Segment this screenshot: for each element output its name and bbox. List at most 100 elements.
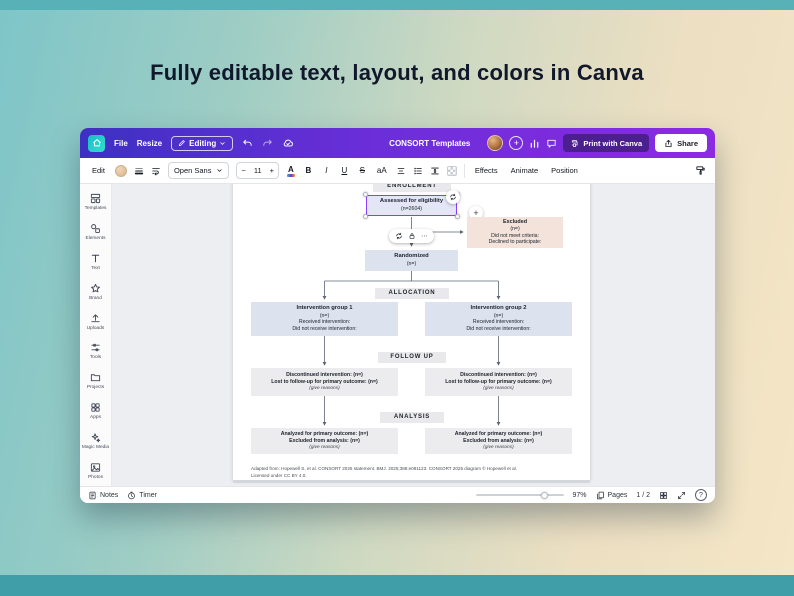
sidebar-item-apps[interactable]: Apps bbox=[80, 396, 112, 426]
spacing-icon[interactable] bbox=[430, 166, 440, 176]
randomized-box[interactable]: Randomized (n=) bbox=[365, 250, 458, 271]
rotate-icon[interactable] bbox=[395, 232, 403, 240]
fill-color-swatch[interactable] bbox=[114, 164, 127, 177]
home-button[interactable] bbox=[88, 134, 105, 152]
fullscreen-icon[interactable] bbox=[677, 491, 686, 500]
font-size-stepper[interactable]: − 11 + bbox=[236, 162, 280, 179]
comments-icon[interactable] bbox=[546, 138, 557, 149]
format-toolbar: Edit Open Sans − 11 + A B I U S aA Effec… bbox=[80, 158, 715, 184]
strikethrough-button[interactable]: S bbox=[357, 166, 368, 175]
timer-button[interactable]: Timer bbox=[127, 491, 157, 500]
sidebar-item-label: Uploads bbox=[86, 325, 105, 331]
analysis-box-2[interactable]: Analyzed for primary outcome: (n=) Exclu… bbox=[425, 428, 572, 454]
sidebar-item-templates[interactable]: Templates bbox=[80, 187, 112, 217]
line-style-icon[interactable] bbox=[134, 166, 144, 176]
editing-mode-dropdown[interactable]: Editing bbox=[171, 135, 234, 151]
sidebar-item-label: Photos bbox=[88, 475, 103, 481]
sidebar-item-label: Text bbox=[91, 265, 100, 271]
pages-button[interactable]: Pages bbox=[596, 491, 627, 500]
phase-banner-analysis[interactable]: ANALYSIS bbox=[380, 412, 444, 423]
sidebar-item-label: Tools bbox=[89, 355, 102, 361]
position-button[interactable]: Position bbox=[548, 164, 581, 177]
sidebar-item-magic-media[interactable]: Magic Media bbox=[80, 426, 112, 456]
selection-handle[interactable] bbox=[455, 214, 460, 219]
timer-label: Timer bbox=[139, 491, 157, 499]
lock-icon[interactable] bbox=[408, 232, 416, 240]
followup-box-1[interactable]: Discontinued intervention: (n=) Lost to … bbox=[251, 368, 398, 396]
zoom-slider-knob[interactable] bbox=[540, 491, 548, 499]
insights-icon[interactable] bbox=[529, 138, 540, 149]
zoom-slider[interactable] bbox=[475, 491, 564, 499]
animate-button[interactable]: Animate bbox=[508, 164, 542, 177]
page-background: Fully editable text, layout, and colors … bbox=[0, 0, 794, 596]
selection-handle[interactable] bbox=[363, 214, 368, 219]
phase-banner-followup[interactable]: FOLLOW UP bbox=[378, 352, 446, 363]
help-button[interactable]: ? bbox=[695, 489, 707, 501]
assessed-eligibility-box[interactable]: Assessed for eligibility (n=2604) bbox=[363, 192, 460, 219]
underline-button[interactable]: U bbox=[339, 166, 350, 175]
assessed-n: (n=2604) bbox=[401, 205, 422, 212]
edit-button[interactable]: Edit bbox=[89, 164, 108, 177]
more-options-icon[interactable]: ⋯ bbox=[421, 232, 428, 240]
selection-handle[interactable] bbox=[363, 192, 368, 197]
undo-icon[interactable] bbox=[242, 138, 253, 149]
document-page[interactable]: ENROLLMENT Assessed for eligibility (n=2… bbox=[233, 184, 590, 480]
page-indicator: 1 / 2 bbox=[636, 491, 650, 499]
sidebar-item-photos[interactable]: Photos bbox=[80, 456, 112, 486]
notes-button[interactable]: Notes bbox=[88, 491, 118, 500]
sidebar-item-label: Magic Media bbox=[81, 445, 110, 451]
list-icon[interactable] bbox=[413, 166, 423, 176]
avatar[interactable] bbox=[487, 135, 504, 151]
share-button[interactable]: Share bbox=[655, 134, 707, 152]
font-size-decrease[interactable]: − bbox=[237, 166, 249, 175]
print-label: Print with Canva bbox=[583, 138, 643, 148]
font-size-value[interactable]: 11 bbox=[250, 166, 266, 175]
citation-text[interactable]: Adapted from: Hopewell S, et al. CONSORT… bbox=[251, 466, 575, 480]
sidebar-item-text[interactable]: Text bbox=[80, 247, 112, 277]
text-wrap-icon[interactable] bbox=[151, 166, 161, 176]
sidebar-item-tools[interactable]: Tools bbox=[80, 337, 112, 367]
notes-label: Notes bbox=[100, 491, 119, 499]
font-size-increase[interactable]: + bbox=[266, 166, 278, 175]
italic-button[interactable]: I bbox=[321, 166, 332, 175]
effects-button[interactable]: Effects bbox=[472, 164, 501, 177]
sidebar-item-uploads[interactable]: Uploads bbox=[80, 307, 112, 337]
text-align-icon[interactable] bbox=[396, 166, 406, 176]
followup1-line2: Lost to follow-up for primary outcome: (… bbox=[271, 378, 378, 385]
sidebar-item-projects[interactable]: Projects bbox=[80, 366, 112, 396]
group1-title: Intervention group 1 bbox=[296, 305, 353, 312]
add-member-button[interactable]: + bbox=[509, 136, 524, 150]
font-family-select[interactable]: Open Sans bbox=[167, 162, 230, 179]
intervention-group-1-box[interactable]: Intervention group 1 (n=) Received inter… bbox=[251, 302, 398, 336]
file-menu[interactable]: File bbox=[114, 139, 128, 148]
swap-element-button[interactable] bbox=[446, 190, 460, 204]
intervention-group-2-box[interactable]: Intervention group 2 (n=) Received inter… bbox=[425, 302, 572, 336]
phase-banner-allocation[interactable]: ALLOCATION bbox=[375, 288, 449, 299]
analysis2-line3: (give reasons) bbox=[483, 444, 514, 450]
followup-box-2[interactable]: Discontinued intervention: (n=) Lost to … bbox=[425, 368, 572, 396]
text-color-button[interactable]: A bbox=[286, 165, 296, 177]
transparency-icon[interactable] bbox=[446, 165, 457, 176]
sidebar-item-label: Templates bbox=[84, 205, 107, 211]
group2-n: (n=) bbox=[493, 312, 504, 319]
design-canvas[interactable]: ENROLLMENT Assessed for eligibility (n=2… bbox=[112, 184, 715, 486]
bold-button[interactable]: B bbox=[303, 166, 314, 175]
editing-label: Editing bbox=[189, 138, 217, 148]
grid-view-icon[interactable] bbox=[659, 491, 668, 500]
excluded-box[interactable]: Excluded (n=) Did not meet criteria: Dec… bbox=[467, 217, 563, 248]
print-with-canva-button[interactable]: Print with Canva bbox=[563, 134, 650, 152]
quick-actions-pill[interactable]: ⋯ bbox=[389, 229, 434, 243]
sidebar-item-brand[interactable]: Brand bbox=[80, 277, 112, 307]
zoom-level[interactable]: 97% bbox=[573, 492, 587, 499]
styles-roller-icon[interactable] bbox=[695, 165, 706, 176]
analysis-box-1[interactable]: Analyzed for primary outcome: (n=) Exclu… bbox=[251, 428, 398, 454]
cloud-sync-icon[interactable] bbox=[282, 137, 294, 149]
redo-icon[interactable] bbox=[262, 138, 273, 149]
text-case-button[interactable]: aA bbox=[375, 166, 389, 175]
document-title[interactable]: CONSORT Templates bbox=[389, 139, 470, 148]
resize-menu[interactable]: Resize bbox=[137, 139, 162, 148]
horizontal-scrollbar[interactable] bbox=[233, 480, 590, 483]
sidebar-item-elements[interactable]: Elements bbox=[80, 217, 112, 247]
phase-banner-enrollment[interactable]: ENROLLMENT bbox=[373, 184, 451, 192]
excluded-title: Excluded bbox=[503, 218, 527, 225]
